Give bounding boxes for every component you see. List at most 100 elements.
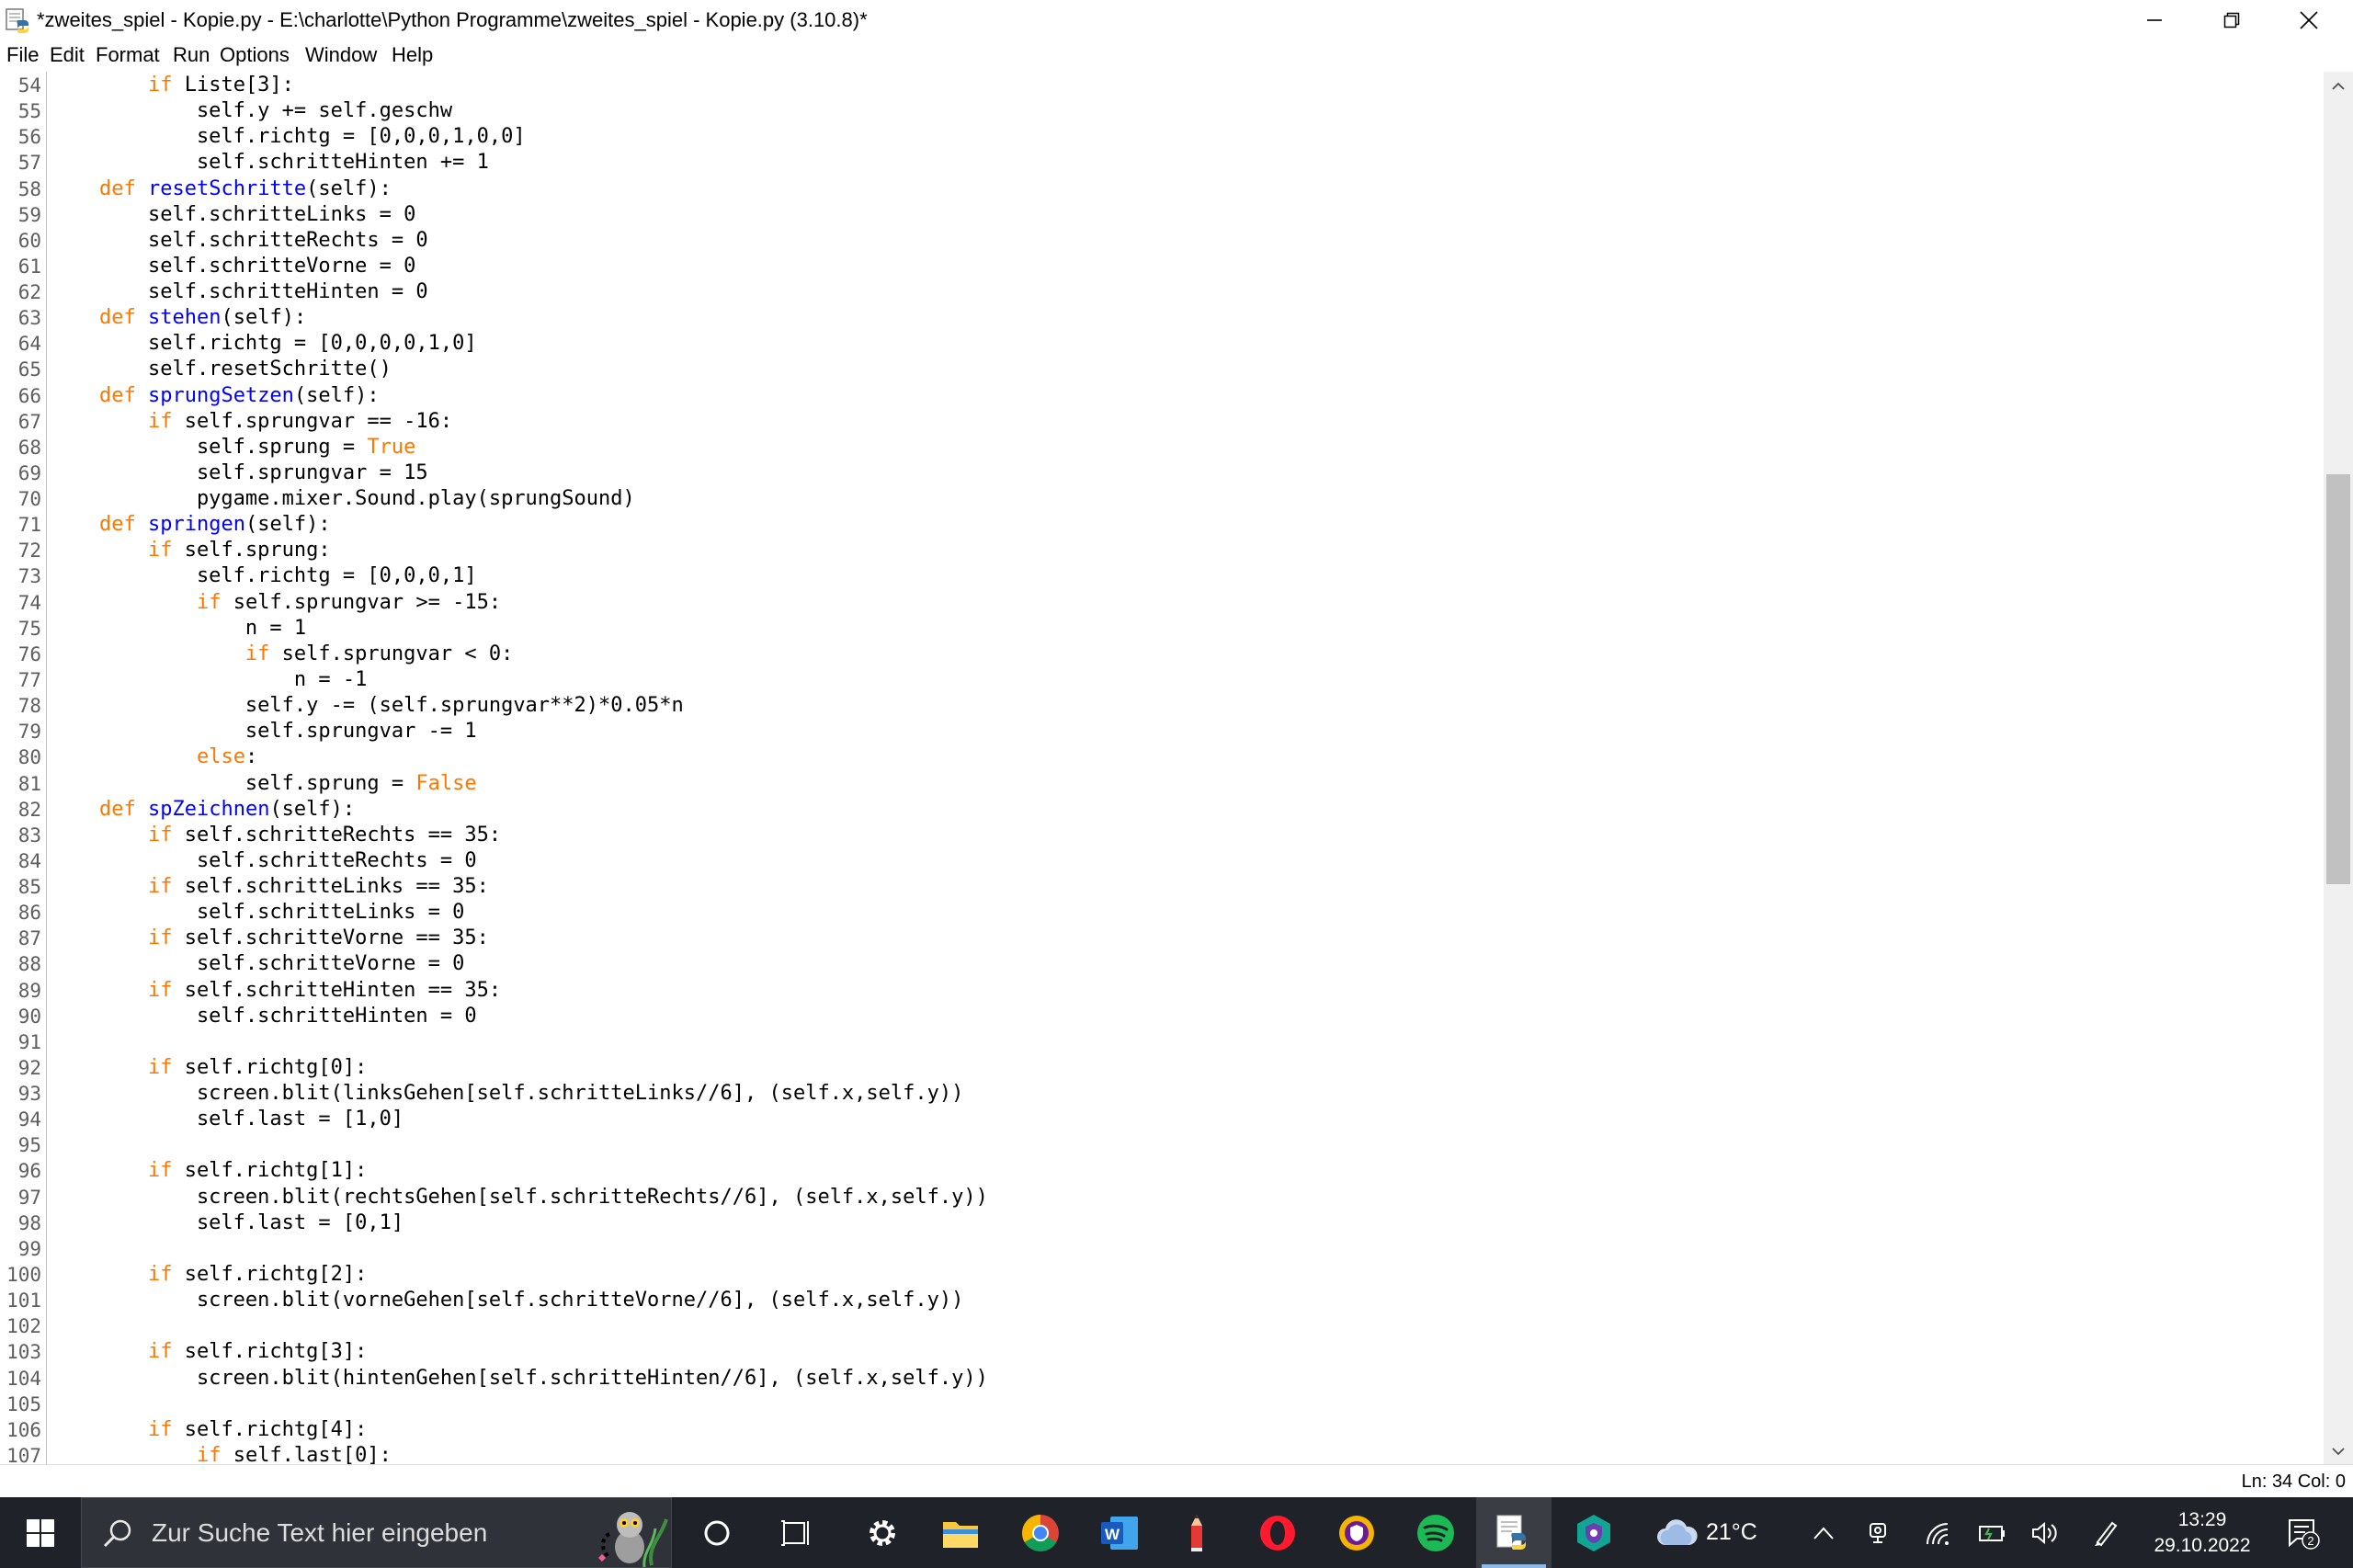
code-line[interactable]: else: — [51, 744, 257, 770]
task-view-button[interactable] — [759, 1497, 833, 1568]
menu-options[interactable]: Options — [220, 43, 290, 67]
line-number: 56 — [17, 126, 41, 149]
cloud-icon — [1657, 1518, 1698, 1545]
code-line[interactable]: self.last = [0,1] — [51, 1210, 404, 1236]
code-line[interactable]: self.sprung = False — [51, 771, 477, 797]
cortana-circle-icon — [704, 1520, 730, 1545]
taskbar-settings[interactable] — [846, 1497, 919, 1568]
taskbar-python-idle[interactable] — [1476, 1497, 1552, 1568]
tray-pen-workspace[interactable] — [2088, 1497, 2125, 1568]
show-hidden-icons-button[interactable] — [1805, 1497, 1842, 1568]
code-line[interactable]: self.resetSchritte() — [51, 357, 392, 382]
code-line[interactable]: self.richtg = [0,0,0,0,1,0] — [51, 331, 477, 357]
code-line[interactable]: self.schritteHinten += 1 — [51, 150, 489, 176]
menu-file[interactable]: File — [6, 43, 39, 67]
menu-edit[interactable]: Edit — [50, 43, 85, 67]
code-line[interactable]: if self.schritteLinks == 35: — [51, 874, 489, 900]
code-line[interactable]: n = -1 — [51, 667, 367, 693]
code-line[interactable]: if Liste[3]: — [51, 73, 294, 98]
code-line[interactable]: self.sprungvar -= 1 — [51, 719, 477, 744]
code-line[interactable]: screen.blit(linksGehen[self.schritteLink… — [51, 1081, 963, 1107]
code-line[interactable]: n = 1 — [51, 616, 306, 642]
tray-network[interactable] — [1919, 1497, 1956, 1568]
code-line[interactable]: self.schritteRechts = 0 — [51, 228, 428, 254]
code-line[interactable]: self.schritteLinks = 0 — [51, 900, 464, 926]
code-line[interactable]: if self.sprung: — [51, 538, 331, 563]
notification-center-button[interactable]: 2 — [2276, 1497, 2331, 1568]
code-line[interactable]: pygame.mixer.Sound.play(sprungSound) — [51, 486, 635, 512]
taskbar-clock[interactable]: 13:29 29.10.2022 — [2138, 1497, 2267, 1568]
code-line[interactable]: if self.schritteRechts == 35: — [51, 823, 501, 848]
taskbar-paint-app[interactable] — [1160, 1497, 1233, 1568]
code-line[interactable]: if self.sprungvar == -16: — [51, 409, 452, 435]
taskbar-spotify[interactable] — [1399, 1497, 1472, 1568]
vertical-scrollbar[interactable] — [2324, 72, 2353, 1464]
code-line[interactable]: self.sprungvar = 15 — [51, 460, 428, 486]
code-line[interactable]: self.schritteVorne = 0 — [51, 254, 415, 279]
scroll-down-button[interactable] — [2324, 1438, 2353, 1464]
code-line[interactable]: def spZeichnen(self): — [51, 797, 355, 823]
line-number: 81 — [17, 772, 41, 795]
taskbar-search-box[interactable]: Zur Suche Text hier eingeben — [81, 1497, 672, 1568]
taskbar-vpn-app[interactable] — [1320, 1497, 1393, 1568]
code-line[interactable]: self.schritteRechts = 0 — [51, 848, 477, 874]
status-bar: Ln: 34 Col: 0 — [0, 1464, 2353, 1498]
taskbar-opera[interactable] — [1241, 1497, 1314, 1568]
menu-help[interactable]: Help — [392, 43, 433, 67]
code-line[interactable]: screen.blit(rechtsGehen[self.schritteRec… — [51, 1185, 988, 1210]
code-line[interactable]: screen.blit(vorneGehen[self.schritteVorn… — [51, 1288, 963, 1313]
taskbar-security-app[interactable] — [1557, 1497, 1631, 1568]
scrollbar-thumb[interactable] — [2326, 474, 2350, 884]
code-line[interactable]: if self.richtg[3]: — [51, 1339, 367, 1365]
scroll-up-button[interactable] — [2324, 74, 2353, 99]
clock-date: 29.10.2022 — [2154, 1534, 2251, 1556]
code-line[interactable]: self.schritteLinks = 0 — [51, 202, 415, 228]
code-line[interactable]: screen.blit(hintenGehen[self.schritteHin… — [51, 1366, 988, 1392]
code-line[interactable]: def sprungSetzen(self): — [51, 383, 380, 409]
taskbar-file-explorer[interactable] — [924, 1497, 997, 1568]
line-number: 97 — [17, 1186, 41, 1209]
code-line[interactable]: if self.sprungvar < 0: — [51, 642, 513, 667]
menu-bar: File Edit Format Run Options Window Help — [0, 40, 2353, 72]
menu-format[interactable]: Format — [96, 43, 160, 67]
code-line[interactable]: self.richtg = [0,0,0,1,0,0] — [51, 124, 526, 150]
menu-run[interactable]: Run — [173, 43, 210, 67]
code-line[interactable]: if self.richtg[0]: — [51, 1055, 367, 1081]
code-editor[interactable]: 54 55 56 57 58 59 60 61 62 63 64 65 66 67 68 69 70 71 72 73… — [0, 72, 2324, 1464]
code-line[interactable]: if self.richtg[4]: — [51, 1417, 367, 1443]
tray-meet-now[interactable] — [1860, 1497, 1897, 1568]
code-line[interactable]: if self.last[0]: — [51, 1443, 392, 1464]
code-line[interactable]: self.schritteHinten = 0 — [51, 279, 428, 305]
code-line[interactable]: self.last = [1,0] — [51, 1107, 404, 1132]
code-line[interactable]: def stehen(self): — [51, 305, 306, 331]
code-line[interactable]: def resetSchritte(self): — [51, 176, 392, 202]
line-number: 68 — [17, 436, 41, 459]
tray-battery[interactable] — [1974, 1497, 2011, 1568]
code-line[interactable]: self.y -= (self.sprungvar**2)*0.05*n — [51, 693, 684, 719]
code-line[interactable]: if self.richtg[1]: — [51, 1158, 367, 1184]
code-line[interactable]: self.schritteHinten = 0 — [51, 1004, 477, 1029]
code-line[interactable]: if self.richtg[2]: — [51, 1262, 367, 1288]
line-number: 103 — [6, 1341, 41, 1364]
code-line[interactable]: def springen(self): — [51, 512, 331, 538]
code-line[interactable]: if self.schritteVorne == 35: — [51, 926, 489, 951]
close-button[interactable] — [2270, 0, 2347, 40]
code-line[interactable]: self.schritteVorne = 0 — [51, 951, 464, 977]
restore-button[interactable] — [2193, 0, 2270, 40]
taskbar-word[interactable]: W — [1083, 1497, 1156, 1568]
line-number: 60 — [17, 229, 41, 252]
taskbar-chrome[interactable] — [1004, 1497, 1077, 1568]
minimize-button[interactable] — [2116, 0, 2193, 40]
start-button[interactable] — [0, 1497, 81, 1568]
code-line[interactable]: self.richtg = [0,0,0,1] — [51, 563, 477, 589]
tray-volume[interactable] — [2026, 1497, 2063, 1568]
code-line[interactable]: if self.sprungvar >= -15: — [51, 590, 501, 616]
weather-widget[interactable]: 21°C — [1654, 1497, 1765, 1568]
code-line[interactable]: if self.schritteHinten == 35: — [51, 978, 501, 1004]
code-line[interactable]: self.y += self.geschw — [51, 98, 452, 124]
cortana-button[interactable] — [680, 1497, 754, 1568]
code-line[interactable]: self.sprung = True — [51, 435, 415, 460]
notification-count: 2 — [2307, 1534, 2313, 1548]
line-number: 83 — [17, 824, 41, 846]
menu-window[interactable]: Window — [305, 43, 377, 67]
